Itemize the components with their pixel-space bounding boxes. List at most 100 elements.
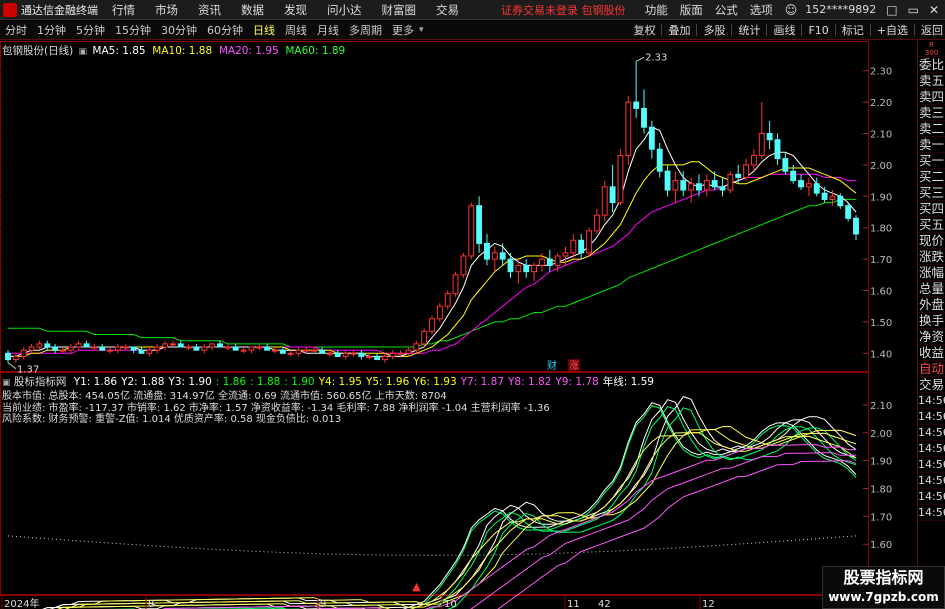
draw-line-button[interactable]: 画线	[773, 22, 795, 38]
auto-tab[interactable]: 自动	[918, 361, 945, 377]
candle-body	[507, 258, 514, 273]
add-watchlist-button[interactable]: +自选	[877, 22, 908, 38]
close-button[interactable]: ✕	[929, 3, 939, 17]
candle-body	[829, 195, 836, 200]
trade-tab[interactable]: 交易	[918, 377, 945, 393]
menu-faxian[interactable]: 发现	[284, 2, 307, 18]
stock-name[interactable]: 包钢股份(日线)	[2, 45, 73, 57]
side-item[interactable]: 卖四	[918, 89, 945, 105]
indicator-name[interactable]: 股标指标网	[14, 376, 67, 388]
indicator-value: : 1.90	[284, 376, 315, 388]
side-item[interactable]: 收益	[918, 345, 945, 361]
side-item[interactable]: 买三	[918, 185, 945, 201]
user-icon[interactable]: ☺	[785, 3, 798, 17]
side-item[interactable]: 净资	[918, 329, 945, 345]
price-tick-label: 1.90	[870, 192, 892, 203]
candle-body	[107, 349, 114, 352]
period-5min[interactable]: 5分钟	[74, 22, 107, 38]
f10-button[interactable]: F10	[808, 24, 828, 37]
overlay-button[interactable]: 叠加	[668, 22, 690, 38]
candle-body	[389, 352, 396, 357]
price-tick-label: 1.40	[870, 349, 892, 360]
indicator-icon[interactable]: ▣	[2, 378, 11, 388]
menu-banmian[interactable]: 版面	[680, 2, 703, 18]
menu-wenxiaoda[interactable]: 问小达	[327, 2, 362, 18]
indicator-tick-label: 1.90	[870, 457, 892, 468]
fuquan-button[interactable]: 复权	[633, 22, 655, 38]
side-item[interactable]: 卖一	[918, 137, 945, 153]
period-monthly[interactable]: 月线	[315, 22, 341, 38]
candle-body	[790, 170, 797, 182]
indicator-value: : 1.86	[215, 376, 247, 388]
candle-body	[719, 186, 726, 191]
side-item[interactable]: 换手	[918, 313, 945, 329]
candle-body	[531, 264, 538, 273]
stats-button[interactable]: 统计	[738, 22, 760, 38]
side-item[interactable]: 卖五	[918, 73, 945, 89]
back-button[interactable]: 返回	[921, 22, 943, 38]
multi-stock-button[interactable]: 多股	[703, 22, 725, 38]
chevron-down-icon[interactable]: ▾	[419, 25, 424, 35]
candle-body	[593, 214, 600, 232]
period-more[interactable]: 更多	[390, 22, 416, 38]
side-item[interactable]: 买二	[918, 169, 945, 185]
r-badge[interactable]: R 300	[918, 41, 945, 57]
candle-body	[52, 346, 59, 351]
side-item[interactable]: 卖二	[918, 121, 945, 137]
ma5-label: MA5: 1.85	[92, 45, 146, 57]
menu-xuanxiang[interactable]: 选项	[750, 2, 773, 18]
candle-body	[837, 195, 844, 207]
period-weekly[interactable]: 周线	[283, 22, 309, 38]
period-multi[interactable]: 多周期	[347, 22, 384, 38]
candle-body	[546, 258, 553, 266]
candle-body	[295, 349, 302, 354]
side-item[interactable]: 涨幅	[918, 265, 945, 281]
menu-hangqing[interactable]: 行情	[112, 2, 135, 18]
divider	[869, 24, 871, 36]
side-item[interactable]: 委比	[918, 57, 945, 73]
trade-time: 14:56	[918, 425, 945, 441]
candle-body	[287, 352, 294, 355]
login-warning[interactable]: 证券交易未登录 包钢股份	[501, 2, 626, 18]
maximize-button[interactable]: ▭	[908, 3, 919, 17]
side-item[interactable]: 涨跌	[918, 249, 945, 265]
side-item[interactable]: 买一	[918, 153, 945, 169]
side-item[interactable]: 卖三	[918, 105, 945, 121]
menu-gongneng[interactable]: 功能	[645, 2, 668, 18]
side-item[interactable]: 总量	[918, 281, 945, 297]
user-account[interactable]: 152****9892	[805, 3, 876, 16]
period-60min[interactable]: 60分钟	[205, 22, 245, 38]
menu-jiaoyi[interactable]: 交易	[436, 2, 459, 18]
dropdown-icon[interactable]: ▣	[79, 47, 88, 57]
candle-body	[633, 101, 640, 109]
trade-time: 14:56	[918, 441, 945, 457]
menu-caifuquan[interactable]: 财富圈	[382, 2, 417, 18]
candle-body	[248, 346, 255, 351]
menu-shuju[interactable]: 数据	[241, 2, 264, 18]
period-30min[interactable]: 30分钟	[159, 22, 199, 38]
period-daily[interactable]: 日线	[251, 22, 277, 38]
side-item[interactable]: 买四	[918, 201, 945, 217]
side-item[interactable]: 现价	[918, 233, 945, 249]
kline-chart[interactable]: 2.30 2.20 2.10 2.00 1.90 1.80 1.70 1.60 1.50 1.40…	[0, 41, 915, 609]
mark-button[interactable]: 标记	[842, 22, 864, 38]
price-tick-label: 2.30	[870, 67, 892, 78]
indicator-value: Y8: 1.82	[508, 376, 552, 388]
side-item[interactable]: 外盘	[918, 297, 945, 313]
candle-body	[264, 346, 271, 351]
price-tick-label: 1.50	[870, 318, 892, 329]
candle-body	[845, 205, 852, 219]
stats-line: 风险系数: 财务预警: 重警-Z值: 1.014 优质资产率: 0.58 现金负…	[2, 414, 342, 425]
menubar: 通达信金融终端 行情 市场 资讯 数据 发现 问小达 财富圈 交易 证券交易未登…	[0, 0, 945, 20]
candle-body	[279, 349, 286, 354]
price-tick-label: 1.70	[870, 255, 892, 266]
minimize-button[interactable]: □	[886, 3, 897, 17]
period-fenshi[interactable]: 分时	[3, 22, 29, 38]
period-15min[interactable]: 15分钟	[113, 22, 153, 38]
menu-shichang[interactable]: 市场	[155, 2, 178, 18]
menu-gongshi[interactable]: 公式	[715, 2, 738, 18]
menu-zixun[interactable]: 资讯	[198, 2, 221, 18]
date-tick-label: 11	[567, 599, 580, 609]
period-1min[interactable]: 1分钟	[35, 22, 68, 38]
side-item[interactable]: 买五	[918, 217, 945, 233]
